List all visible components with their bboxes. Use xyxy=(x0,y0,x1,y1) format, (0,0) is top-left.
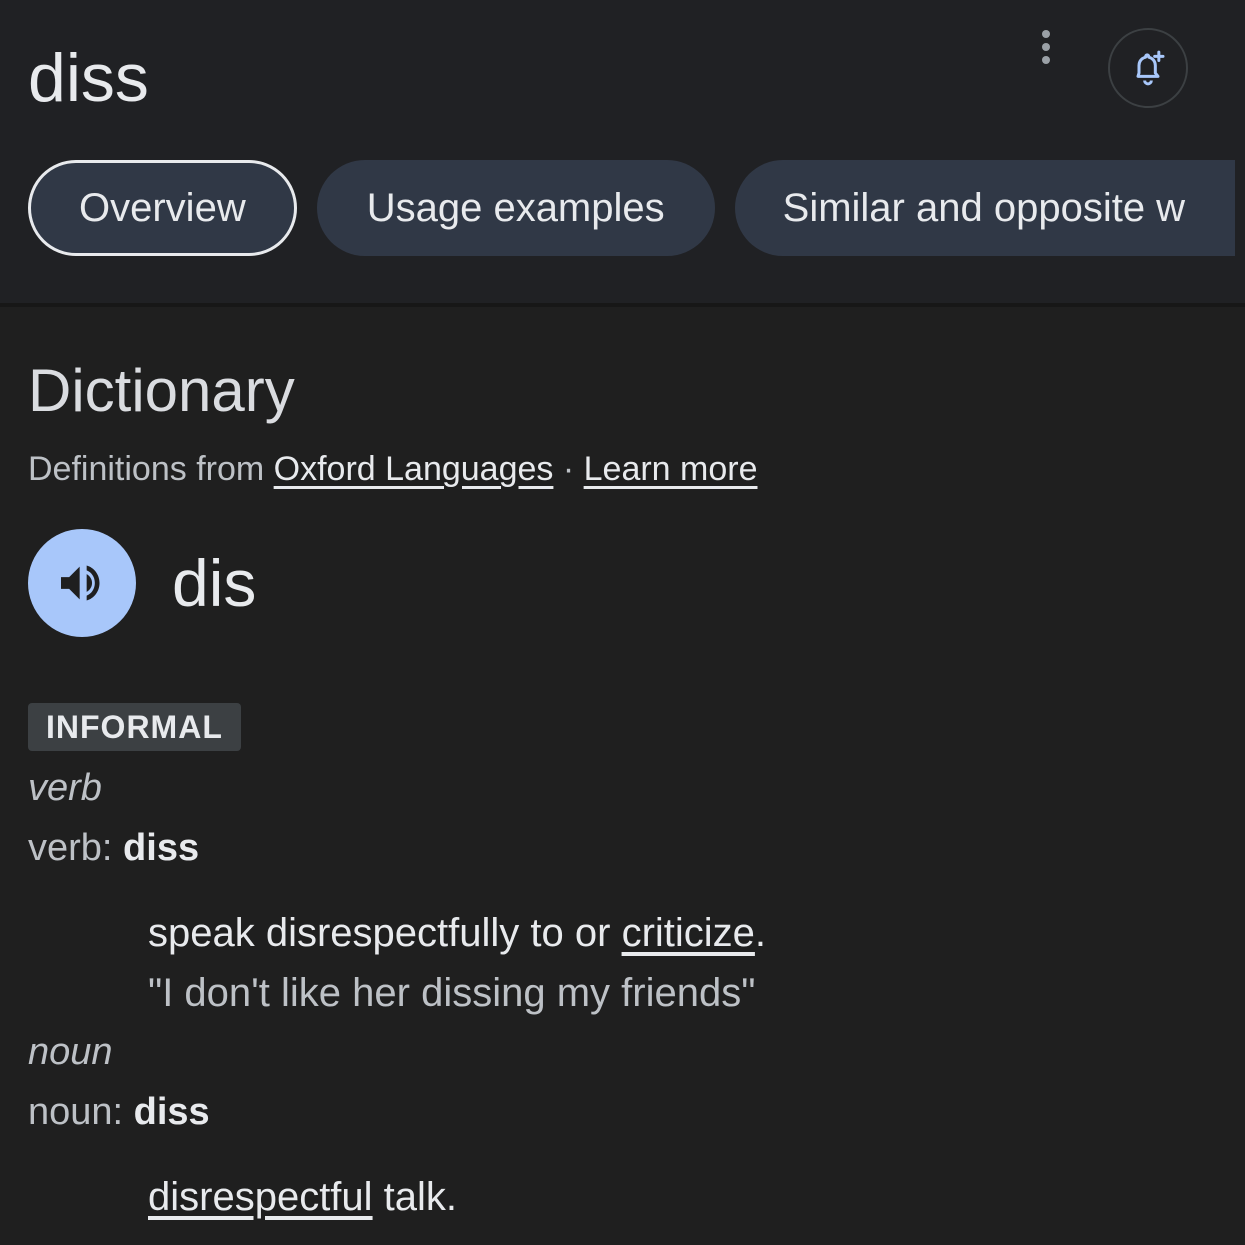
more-options-button[interactable] xyxy=(1026,22,1066,72)
header-divider xyxy=(0,303,1245,307)
verb-definition: speak disrespectfully to or criticize. xyxy=(148,907,766,959)
verb-headword: diss xyxy=(123,827,200,869)
verb-definition-suffix: . xyxy=(754,911,767,955)
learn-more-link[interactable]: Learn more xyxy=(584,450,758,488)
noun-prefix: noun: xyxy=(28,1091,134,1133)
noun-headword-line: noun: diss xyxy=(28,1087,210,1137)
verb-example: "I don't like her dissing my friends" xyxy=(148,971,756,1015)
part-of-speech-verb: verb xyxy=(28,767,102,809)
more-vert-icon-dot xyxy=(1042,43,1050,51)
more-vert-icon-dot xyxy=(1042,56,1050,64)
verb-headword-line: verb: diss xyxy=(28,823,199,873)
definitions-source: Definitions from Oxford Languages · Lear… xyxy=(28,447,758,491)
verb-prefix: verb: xyxy=(28,827,124,869)
tab-overview[interactable]: Overview xyxy=(28,160,297,256)
bell-add-icon xyxy=(1136,50,1165,86)
search-header: diss Overview Usage examples Similar and… xyxy=(0,0,1245,303)
noun-headword: diss xyxy=(133,1091,210,1133)
verb-definition-text: speak disrespectfully to or xyxy=(148,911,622,955)
criticize-link[interactable]: criticize xyxy=(622,911,755,955)
part-of-speech-noun: noun xyxy=(28,1031,113,1073)
disrespectful-link[interactable]: disrespectful xyxy=(148,1175,373,1219)
oxford-languages-link[interactable]: Oxford Languages xyxy=(274,450,554,488)
more-vert-icon xyxy=(1042,30,1050,38)
noun-definition: disrespectful talk. xyxy=(148,1171,457,1223)
tab-chips: Overview Usage examples Similar and oppo… xyxy=(28,160,1235,256)
create-alert-button[interactable] xyxy=(1108,28,1188,108)
section-title: Dictionary xyxy=(28,357,295,424)
tab-usage-examples[interactable]: Usage examples xyxy=(316,160,715,256)
source-prefix: Definitions from xyxy=(28,450,274,488)
query-title: diss xyxy=(28,40,149,116)
speaker-icon xyxy=(61,565,100,601)
noun-definition-text: talk. xyxy=(372,1175,458,1219)
source-separator: · xyxy=(553,450,584,488)
pronunciation-button[interactable] xyxy=(28,529,136,637)
tab-similar-opposite[interactable]: Similar and opposite w xyxy=(734,160,1235,256)
register-label: INFORMAL xyxy=(28,703,241,751)
phonetic-spelling: dis xyxy=(172,546,257,620)
search-result-page: diss Overview Usage examples Similar and… xyxy=(0,0,1245,1245)
